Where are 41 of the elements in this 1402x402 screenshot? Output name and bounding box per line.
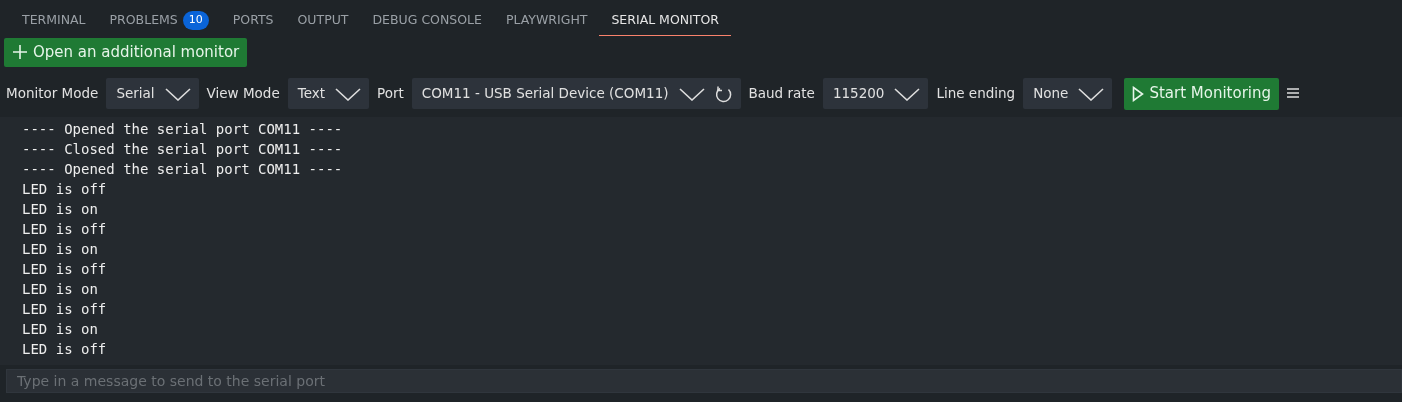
log-line: LED is off — [22, 299, 108, 319]
log-line: LED is off — [22, 339, 108, 359]
panel-tab[interactable]: PLAYWRIGHT — [493, 6, 600, 36]
start-monitoring-button[interactable]: Start Monitoring — [1124, 77, 1280, 110]
chevron-down-icon — [164, 86, 191, 101]
message-input[interactable]: Type in a message to send to the serial port — [6, 368, 1402, 393]
log-line: LED is on — [22, 199, 99, 219]
panel-tab[interactable]: PROBLEMS 10 — [97, 6, 221, 36]
panel-tab[interactable]: TERMINAL — [10, 6, 98, 36]
chevron-down-icon — [894, 86, 921, 101]
open-monitor-button[interactable]: Open an additional monitor — [4, 38, 248, 67]
dropdown-select[interactable]: Serial — [106, 78, 199, 109]
field-label: Monitor Mode — [6, 84, 99, 104]
panel-tab[interactable]: DEBUG CONSOLE — [360, 6, 494, 36]
dropdown-select[interactable]: 115200 — [822, 78, 929, 109]
menu-icon — [1287, 86, 1300, 101]
log-line: ---- Opened the serial port COM11 ---- — [22, 159, 344, 179]
chevron-down-icon — [678, 86, 705, 101]
panel-tab[interactable]: OUTPUT — [285, 6, 361, 36]
log-line: LED is off — [22, 259, 108, 279]
chevron-down-icon — [1078, 86, 1105, 101]
field-label: View Mode — [206, 84, 280, 104]
field-label: Line ending — [936, 84, 1016, 104]
field-label: Baud rate — [748, 84, 815, 104]
log-line: ---- Opened the serial port COM11 ---- — [22, 119, 344, 139]
log-line: LED is off — [22, 219, 108, 239]
chevron-down-icon — [335, 86, 362, 101]
panel-tab[interactable]: SERIAL MONITOR — [599, 6, 731, 36]
log-line: LED is on — [22, 239, 99, 259]
log-line: ---- Closed the serial port COM11 ---- — [22, 139, 344, 159]
count-badge: 10 — [182, 11, 209, 30]
dropdown-select[interactable]: Text — [287, 78, 370, 109]
field-label: Port — [377, 84, 404, 104]
dropdown-select[interactable]: COM11 - USB Serial Device (COM11) — [411, 78, 741, 109]
play-icon — [1132, 85, 1145, 102]
plus-icon — [12, 44, 28, 61]
dropdown-select[interactable]: None — [1023, 78, 1113, 109]
log-line: LED is off — [22, 179, 108, 199]
log-line: LED is on — [22, 319, 99, 339]
panel-tab[interactable]: PORTS — [220, 6, 286, 36]
log-line: LED is on — [22, 279, 99, 299]
